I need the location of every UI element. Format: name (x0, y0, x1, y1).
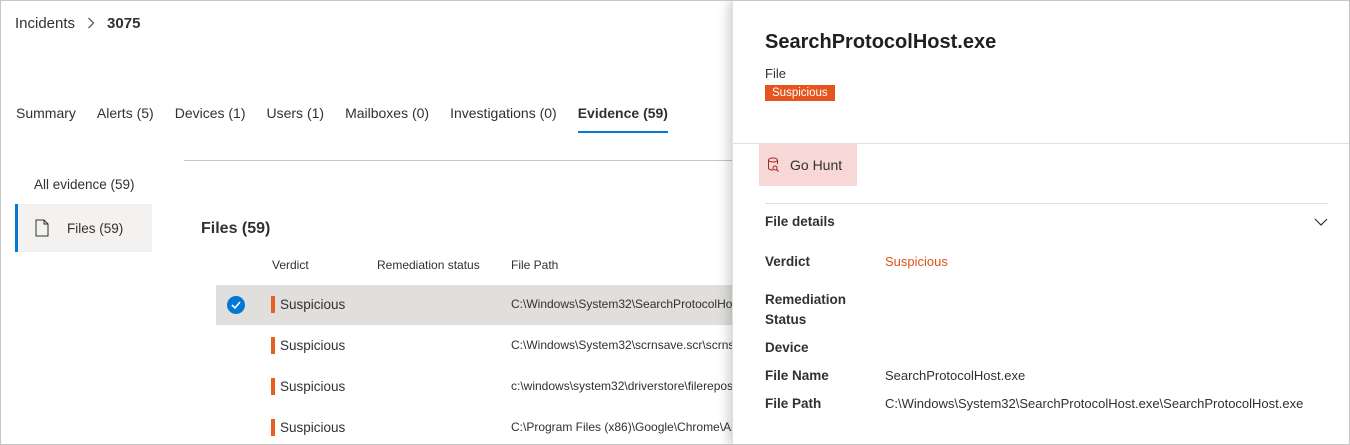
file-path-cell: c:\windows\system32\driverstore\filerepo… (511, 379, 746, 393)
detail-label-file-name: File Name (765, 368, 829, 383)
tab-alerts[interactable]: Alerts (5) (97, 105, 154, 133)
detail-label-remediation-status: Remediation Status (765, 292, 847, 327)
chevron-down-icon[interactable] (1314, 214, 1328, 229)
nav-item-label: All evidence (59) (34, 177, 135, 192)
hunt-icon (767, 157, 779, 173)
detail-value-file-name: SearchProtocolHost.exe (885, 368, 1026, 383)
column-header-remediation-status[interactable]: Remediation status (377, 258, 480, 272)
detail-value-file-path: C:\Windows\System32\SearchProtocolHost.e… (885, 396, 1304, 411)
status-badge: Suspicious (765, 85, 835, 101)
panel-title: SearchProtocolHost.exe (765, 31, 997, 53)
breadcrumb-incidents-link[interactable]: Incidents (15, 15, 75, 32)
verdict-cell: Suspicious (271, 296, 345, 313)
tab-devices[interactable]: Devices (1) (175, 105, 246, 133)
table-row[interactable]: Suspicious C:\Program Files (x86)\Google… (216, 408, 746, 444)
verdict-text: Suspicious (280, 297, 346, 312)
detail-value-verdict: Suspicious (885, 254, 948, 269)
nav-item-all-evidence[interactable]: All evidence (59) (15, 169, 152, 200)
table-row[interactable]: Suspicious c:\windows\system32\driversto… (216, 367, 746, 407)
file-path-cell: C:\Program Files (x86)\Google\Chrome\App… (511, 420, 746, 434)
file-details-title: File details (765, 214, 835, 229)
severity-bar (271, 378, 275, 395)
tab-evidence[interactable]: Evidence (59) (577, 105, 668, 133)
table-row[interactable]: Suspicious C:\Windows\System32\scrnsave.… (216, 326, 746, 366)
table-row[interactable]: Suspicious C:\Windows\System32\SearchPro… (216, 285, 746, 325)
nav-item-label: Files (59) (67, 220, 124, 236)
entity-type: File (765, 66, 786, 81)
go-hunt-label: Go Hunt (790, 157, 843, 173)
file-path-cell: C:\Windows\System32\SearchProtocolHost.e… (511, 297, 746, 311)
tab-mailboxes[interactable]: Mailboxes (0) (345, 105, 429, 133)
verdict-cell: Suspicious (271, 419, 345, 436)
file-details-header[interactable]: File details (765, 214, 1328, 229)
go-hunt-button[interactable]: Go Hunt (759, 144, 857, 186)
severity-bar (271, 419, 275, 436)
file-icon (35, 219, 49, 237)
breadcrumb: Incidents 3075 (15, 15, 140, 32)
detail-label-device: Device (765, 340, 809, 355)
detail-label-file-path: File Path (765, 396, 822, 411)
column-header-verdict[interactable]: Verdict (272, 258, 309, 272)
file-path-cell: C:\Windows\System32\scrnsave.scr\scrnsav… (511, 338, 746, 352)
content-divider (184, 160, 744, 161)
incident-tabs: Summary Alerts (5) Devices (1) Users (1)… (16, 105, 689, 133)
checkmark-icon[interactable] (227, 296, 245, 314)
verdict-text: Suspicious (280, 338, 346, 353)
verdict-text: Suspicious (280, 379, 346, 394)
verdict-cell: Suspicious (271, 337, 345, 354)
file-details-panel: SearchProtocolHost.exe File Suspicious G… (732, 1, 1349, 444)
column-header-file-path[interactable]: File Path (511, 258, 558, 272)
panel-divider (765, 203, 1328, 204)
nav-item-files[interactable]: Files (59) (15, 204, 152, 252)
severity-bar (271, 296, 275, 313)
evidence-nav: All evidence (59) Files (59) (15, 169, 152, 252)
tab-users[interactable]: Users (1) (267, 105, 325, 133)
verdict-cell: Suspicious (271, 378, 345, 395)
chevron-right-icon (87, 16, 95, 32)
severity-bar (271, 337, 275, 354)
tab-investigations[interactable]: Investigations (0) (450, 105, 557, 133)
tab-summary[interactable]: Summary (16, 105, 76, 133)
detail-label-verdict: Verdict (765, 254, 811, 269)
verdict-text: Suspicious (280, 420, 346, 435)
app-frame: Incidents 3075 Summary Alerts (5) Device… (0, 0, 1350, 445)
files-section-title: Files (59) (201, 220, 271, 237)
breadcrumb-current: 3075 (107, 15, 141, 32)
